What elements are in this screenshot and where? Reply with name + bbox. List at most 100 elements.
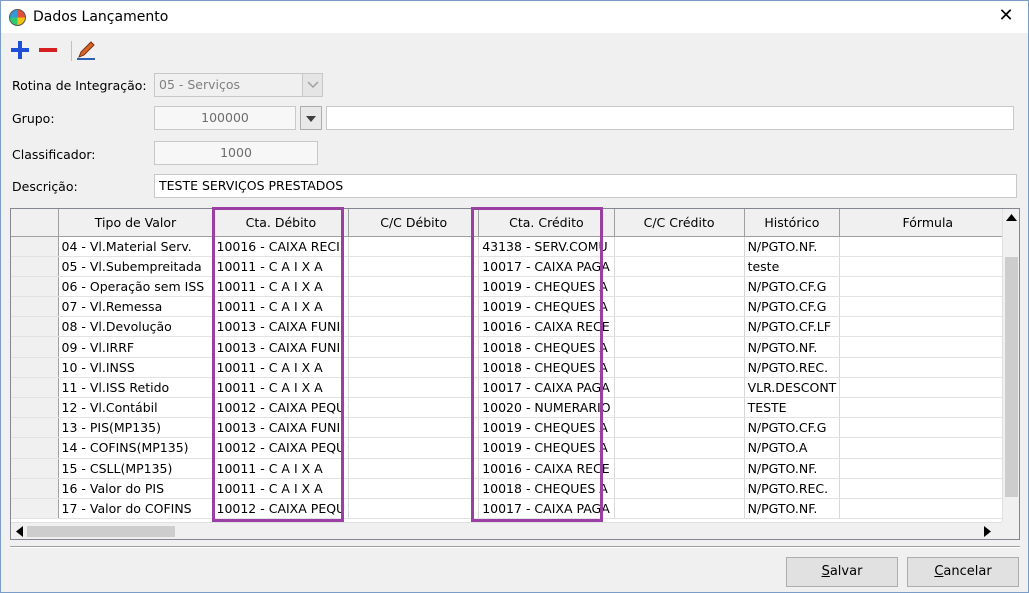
cell-cc-debito[interactable] [348,236,480,257]
cell-cc-debito[interactable] [348,316,480,338]
cell-historico[interactable]: N/PGTO.CF.G [744,417,841,439]
table-row[interactable]: 10 - Vl.INSS 10011 - C A I X A 10018 - CHE… [11,357,1017,378]
cell-cc-credito[interactable] [614,437,745,459]
cell-tipo-valor[interactable]: 12 - Vl.Contábil [58,397,214,419]
col-header-cta-debito[interactable]: Cta. Débito [213,209,350,237]
cell-cta-credito[interactable]: 10020 - NUMERARIO [478,397,615,419]
cell-cc-debito[interactable] [348,256,480,277]
cell-cta-credito[interactable]: 10019 - CHEQUES A [478,296,615,318]
cell-tipo-valor[interactable]: 08 - Vl.Devolução [58,316,214,338]
edit-button[interactable] [75,39,97,61]
table-row[interactable]: 07 - Vl.Remessa 10011 - C A I X A 10019 - … [11,296,1017,318]
cell-historico[interactable]: TESTE [744,397,841,419]
cell-tipo-valor[interactable]: 14 - COFINS(MP135) [58,437,214,459]
cell-cta-debito[interactable]: 10013 - CAIXA FUNI [213,417,350,439]
cell-tipo-valor[interactable]: 06 - Operação sem ISS [58,276,214,298]
cell-historico[interactable]: N/PGTO.NF. [744,498,841,520]
scroll-left-icon[interactable] [15,526,23,537]
cell-formula[interactable] [839,478,1017,499]
cell-cc-debito[interactable] [348,458,480,479]
cell-tipo-valor[interactable]: 13 - PIS(MP135) [58,417,214,439]
cell-formula[interactable] [839,377,1017,399]
descricao-input[interactable]: TESTE SERVIÇOS PRESTADOS [154,174,1017,198]
cell-cc-debito[interactable] [348,498,480,520]
horizontal-scrollbar[interactable] [11,522,1002,539]
table-row[interactable]: 11 - Vl.ISS Retido 10011 - C A I X A 10017… [11,377,1017,399]
row-header[interactable] [11,478,59,499]
cell-formula[interactable] [839,236,1017,257]
row-header[interactable] [11,377,59,399]
cell-formula[interactable] [839,256,1017,277]
vertical-scrollbar[interactable] [1002,209,1019,522]
cell-tipo-valor[interactable]: 15 - CSLL(MP135) [58,458,214,479]
cell-cta-credito[interactable]: 10018 - CHEQUES A [478,357,615,378]
cell-cta-debito[interactable]: 10011 - C A I X A [213,276,350,298]
cell-formula[interactable] [839,336,1017,358]
col-header-cc-debito[interactable]: C/C Débito [348,209,480,237]
grupo-lookup-button[interactable] [300,106,322,130]
cell-historico[interactable]: N/PGTO.CF.G [744,276,841,298]
rotina-dropdown-button[interactable] [302,74,322,96]
col-header-cc-credito[interactable]: C/C Crédito [614,209,745,237]
table-row[interactable]: 09 - Vl.IRRF 10013 - CAIXA FUNI 10018 - CH… [11,336,1017,358]
cell-cta-debito[interactable]: 10016 - CAIXA RECI [213,236,350,257]
table-row[interactable]: 14 - COFINS(MP135) 10012 - CAIXA PEQU 1001… [11,437,1017,459]
table-row[interactable]: 08 - Vl.Devolução 10013 - CAIXA FUNI 10016… [11,316,1017,338]
cell-cc-debito[interactable] [348,296,480,318]
cell-tipo-valor[interactable]: 17 - Valor do COFINS [58,498,214,520]
row-header[interactable] [11,437,59,459]
cell-cta-credito[interactable]: 43138 - SERV.COMU [478,236,615,257]
cell-formula[interactable] [839,417,1017,439]
cell-cc-credito[interactable] [614,498,745,520]
cell-cc-debito[interactable] [348,357,480,378]
cell-historico[interactable]: N/PGTO.REC. [744,357,841,378]
remove-button[interactable] [37,39,59,61]
cell-cta-debito[interactable]: 10012 - CAIXA PEQU [213,498,350,520]
vertical-scroll-thumb[interactable] [1005,257,1018,497]
cell-cc-credito[interactable] [614,276,745,298]
cell-cta-credito[interactable]: 10017 - CAIXA PAGA [478,377,615,399]
cell-cta-debito[interactable]: 10012 - CAIXA PEQU [213,437,350,459]
cell-cc-debito[interactable] [348,276,480,298]
cell-cc-credito[interactable] [614,256,745,277]
cell-cc-credito[interactable] [614,417,745,439]
add-button[interactable] [9,39,31,61]
col-header-historico[interactable]: Histórico [744,209,841,237]
cell-tipo-valor[interactable]: 09 - Vl.IRRF [58,336,214,358]
row-header[interactable] [11,397,59,419]
grupo-description-field[interactable] [326,106,1014,130]
cell-formula[interactable] [839,276,1017,298]
cell-historico[interactable]: teste [744,256,841,277]
col-header-formula[interactable]: Fórmula [839,209,1017,237]
cell-tipo-valor[interactable]: 10 - Vl.INSS [58,357,214,378]
row-header[interactable] [11,256,59,277]
cell-cta-credito[interactable]: 10016 - CAIXA RECE [478,458,615,479]
cell-cc-debito[interactable] [348,377,480,399]
table-row[interactable]: 06 - Operação sem ISS 10011 - C A I X A 10… [11,276,1017,298]
cancel-button[interactable]: Cancelar [907,557,1019,587]
row-header[interactable] [11,296,59,318]
table-row[interactable]: 15 - CSLL(MP135) 10011 - C A I X A 10016 -… [11,458,1017,479]
cell-cta-credito[interactable]: 10016 - CAIXA RECE [478,316,615,338]
cell-formula[interactable] [839,437,1017,459]
cell-formula[interactable] [839,296,1017,318]
cell-historico[interactable]: VLR.DESCONT [744,377,841,399]
cell-tipo-valor[interactable]: 07 - Vl.Remessa [58,296,214,318]
cell-cc-credito[interactable] [614,377,745,399]
table-row[interactable]: 12 - Vl.Contábil 10012 - CAIXA PEQU 10020 … [11,397,1017,419]
cell-historico[interactable]: N/PGTO.CF.G [744,296,841,318]
cell-historico[interactable]: N/PGTO.CF.LF [744,316,841,338]
row-header[interactable] [11,498,59,520]
cell-cc-debito[interactable] [348,437,480,459]
cell-cta-debito[interactable]: 10011 - C A I X A [213,256,350,277]
cell-cta-debito[interactable]: 10011 - C A I X A [213,377,350,399]
horizontal-scroll-thumb[interactable] [27,526,175,537]
cell-historico[interactable]: N/PGTO.NF. [744,336,841,358]
cell-formula[interactable] [839,316,1017,338]
cell-tipo-valor[interactable]: 16 - Valor do PIS [58,478,214,499]
save-button[interactable]: Salvar [786,557,898,587]
scroll-up-icon[interactable] [1006,213,1017,221]
cell-cta-credito[interactable]: 10017 - CAIXA PAGA [478,498,615,520]
cell-cc-credito[interactable] [614,236,745,257]
cell-cta-credito[interactable]: 10018 - CHEQUES A [478,478,615,499]
